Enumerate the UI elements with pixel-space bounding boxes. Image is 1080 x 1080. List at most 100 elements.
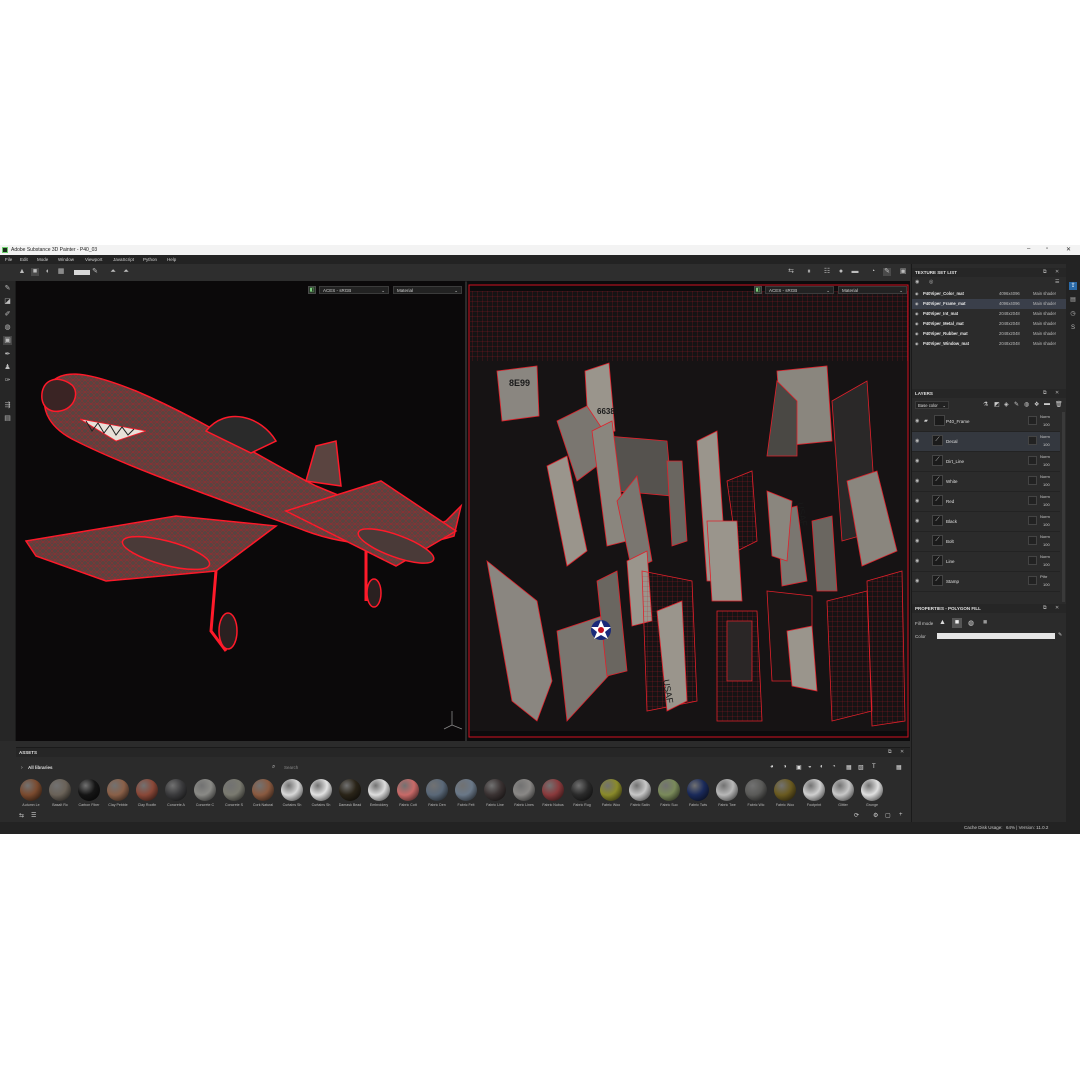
panel-close-icon[interactable]: ✕	[1055, 389, 1059, 398]
camera-icon[interactable]: ⏶	[122, 268, 130, 276]
visibility-icon[interactable]: ◎	[929, 279, 933, 285]
asset-thumbnail[interactable]	[194, 779, 216, 801]
menu-edit[interactable]: Edit	[20, 257, 28, 262]
library-selector[interactable]: All libraries	[28, 765, 53, 770]
paint-mode-icon[interactable]: ✎	[883, 268, 891, 276]
eye-icon[interactable]: ◉	[915, 299, 919, 309]
blend-mode[interactable]: Norm	[1040, 554, 1050, 559]
eye-icon[interactable]: ◉	[915, 478, 919, 484]
asset-thumbnail[interactable]	[107, 779, 129, 801]
channel-select[interactable]: Base color ⌄	[915, 401, 949, 409]
view-sphere-icon[interactable]: ◐	[44, 268, 52, 276]
share-icon[interactable]: ⇪	[1069, 282, 1077, 290]
panel-float-icon[interactable]: ⧉	[888, 748, 892, 757]
eye-icon[interactable]: ◉	[915, 538, 919, 544]
layer-opacity[interactable]: 100	[1043, 502, 1050, 507]
channel-select-right[interactable]: Material ⌄	[838, 286, 907, 294]
eye-icon[interactable]: ◉	[915, 418, 919, 424]
layer-row[interactable]: ◉ ⟋ Stamp Pthr 100	[912, 572, 1060, 592]
maximize-icon[interactable]: ▫	[1046, 246, 1048, 252]
export-icon[interactable]: ▤	[3, 414, 12, 423]
add-effect-icon[interactable]: ⚗	[983, 401, 988, 408]
layer-row-selected[interactable]: ◉ ⟋ Decal Norm 100	[912, 432, 1060, 452]
asset-thumbnail[interactable]	[281, 779, 303, 801]
asset-thumbnail[interactable]	[223, 779, 245, 801]
substance-icon[interactable]: S	[1069, 324, 1077, 332]
texture-set-row[interactable]: ◉ P40Viper_Color_mat 4096x4096 Main shader	[912, 289, 1067, 299]
blend-mode[interactable]: Pthr	[1040, 574, 1047, 579]
asset-thumbnail[interactable]	[484, 779, 506, 801]
menu-mode[interactable]: Mode	[37, 257, 48, 262]
filter-alphas-icon[interactable]: ◐	[820, 764, 824, 770]
menu-file[interactable]: File	[5, 257, 12, 262]
asset-thumbnail[interactable]	[49, 779, 71, 801]
eye-icon[interactable]: ◉	[915, 458, 919, 464]
asset-thumbnail[interactable]	[687, 779, 709, 801]
layer-opacity[interactable]: 100	[1043, 422, 1050, 427]
blend-mode[interactable]: Norm	[1040, 434, 1050, 439]
chevron-right-icon[interactable]: ›	[21, 765, 23, 771]
blend-mode[interactable]: Norm	[1040, 454, 1050, 459]
add-fill-icon[interactable]: ◍	[1024, 401, 1029, 408]
panel-close-icon[interactable]: ✕	[1055, 268, 1059, 277]
asset-list-icon[interactable]: ☰	[31, 812, 36, 819]
layer-opacity[interactable]: 100	[1043, 442, 1050, 447]
list-menu-icon[interactable]: ☰	[1055, 279, 1059, 285]
asset-thumbnail[interactable]	[832, 779, 854, 801]
blend-mode[interactable]: Norm	[1040, 474, 1050, 479]
new-folder-icon[interactable]: ▢	[885, 812, 891, 819]
add-generator-icon[interactable]: ❖	[1034, 401, 1039, 408]
add-asset-icon[interactable]: +	[899, 812, 903, 818]
menu-javascript[interactable]: JavaScript	[113, 257, 134, 262]
layer-row[interactable]: ◉ ⟋ Dirt_Line Norm 100	[912, 452, 1060, 472]
asset-thumbnail[interactable]	[629, 779, 651, 801]
clone-stamp-icon[interactable]: ♟	[3, 363, 12, 372]
asset-thumbnail[interactable]	[455, 779, 477, 801]
asset-thumbnail[interactable]	[252, 779, 274, 801]
eraser-icon[interactable]: ◪	[3, 297, 12, 306]
eye-icon[interactable]: ◉	[915, 319, 919, 329]
asset-import-icon[interactable]: ⇆	[19, 812, 24, 819]
grid-view-icon[interactable]: ▦	[896, 764, 902, 771]
camera-settings-icon[interactable]: ▬	[851, 268, 859, 276]
eye-icon[interactable]: ◉	[915, 339, 919, 349]
view-square-icon[interactable]: ■	[31, 268, 39, 276]
pause-icon[interactable]: ⏸	[805, 268, 813, 276]
asset-thumbnail[interactable]	[310, 779, 332, 801]
asset-thumbnail[interactable]	[513, 779, 535, 801]
asset-thumbnail[interactable]	[861, 779, 883, 801]
panel-close-icon[interactable]: ✕	[1055, 604, 1059, 613]
delete-layer-icon[interactable]: 🗑	[1055, 401, 1063, 408]
color-space-select-right[interactable]: ACES - sRGB ⌄	[765, 286, 834, 294]
channel-select-left[interactable]: Material ⌄	[393, 286, 462, 294]
blend-mode[interactable]: Norm	[1040, 534, 1050, 539]
asset-thumbnail[interactable]	[78, 779, 100, 801]
panel-float-icon[interactable]: ⧉	[1043, 604, 1047, 613]
color-space-select-left[interactable]: ACES - sRGB ⌄	[319, 286, 389, 294]
bake-icon[interactable]: ⇶	[3, 401, 12, 410]
polygon-fill-icon[interactable]: ▣	[3, 336, 12, 345]
settings-icon[interactable]: ⚙	[873, 812, 878, 819]
layer-opacity[interactable]: 100	[1043, 522, 1050, 527]
color-swatch-bar[interactable]	[937, 633, 1055, 639]
panel-float-icon[interactable]: ⧉	[1043, 268, 1047, 277]
eye-icon[interactable]: ◉	[915, 289, 919, 299]
eye-icon[interactable]: ◉	[915, 498, 919, 504]
blend-mode[interactable]: Norm	[1040, 514, 1050, 519]
asset-thumbnail[interactable]	[136, 779, 158, 801]
symmetry-icon[interactable]: ⏶	[109, 268, 117, 276]
texture-set-row[interactable]: ◉ P40Viper_Window_mat 2048x2048 Main shader	[912, 339, 1067, 349]
panel-close-icon[interactable]: ✕	[900, 748, 904, 757]
asset-thumbnail[interactable]	[716, 779, 738, 801]
fx-icon[interactable]: ⇆	[787, 268, 795, 276]
eye-icon[interactable]: ◉	[915, 309, 919, 319]
asset-thumbnail[interactable]	[165, 779, 187, 801]
menu-viewport[interactable]: Viewport	[85, 257, 102, 262]
panel-float-icon[interactable]: ⧉	[1043, 389, 1047, 398]
blend-mode[interactable]: Norm	[1040, 414, 1050, 419]
color-swatch[interactable]	[74, 270, 90, 275]
refresh-icon[interactable]: ⟳	[854, 812, 859, 819]
layer-row[interactable]: ◉ ⟋ Line Norm 100	[912, 552, 1060, 572]
environment-icon[interactable]: ●	[837, 268, 845, 276]
fill-mode-triangle-icon[interactable]: ▲	[939, 619, 946, 626]
